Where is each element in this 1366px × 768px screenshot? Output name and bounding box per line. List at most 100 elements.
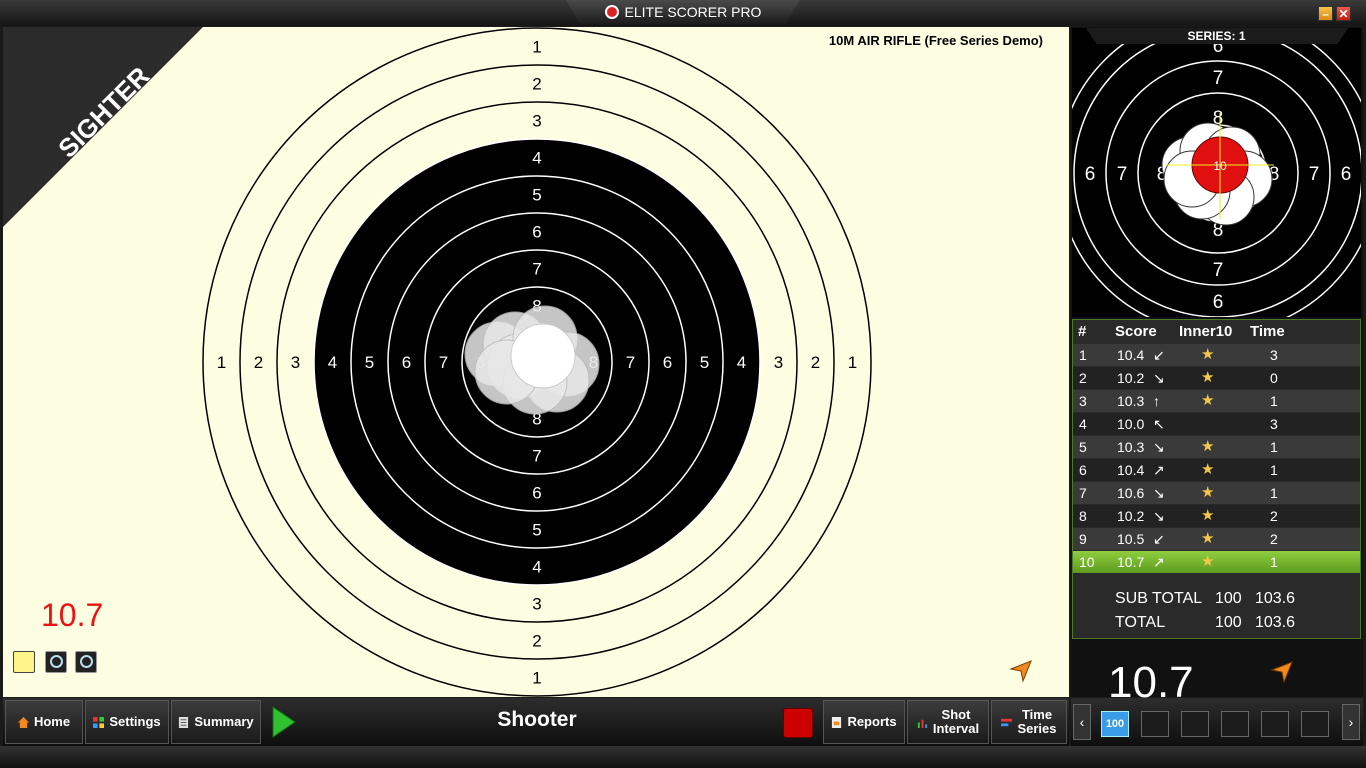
series-box[interactable]: 100: [1101, 711, 1129, 737]
total-dec: 103.6: [1255, 614, 1296, 631]
table-row[interactable]: 4 10.0 ↖ 3: [1073, 413, 1360, 435]
row-direction-icon: ↑: [1153, 393, 1160, 409]
inner10-star-icon: ★: [1201, 392, 1215, 409]
ring-number: 6: [663, 353, 672, 372]
row-score: 10.3: [1117, 439, 1145, 455]
mini-ring-number: 6: [1085, 164, 1096, 185]
row-score: 10.2: [1117, 508, 1145, 524]
shooter-name[interactable]: Shooter: [443, 708, 631, 732]
inner10-star-icon: ★: [1201, 484, 1215, 501]
mini-ring-number: 7: [1309, 164, 1320, 185]
settings-button[interactable]: Settings: [85, 700, 169, 744]
row-num: 1: [1079, 347, 1087, 363]
row-score: 10.5: [1117, 531, 1145, 547]
mini-ring-number: 5: [1213, 316, 1224, 317]
row-time: 1: [1270, 462, 1278, 478]
close-button[interactable]: ✕: [1336, 6, 1351, 21]
row-score: 10.6: [1117, 485, 1145, 501]
title-bar: ELITE SCORER PRO – ✕: [0, 0, 1366, 26]
summary-button[interactable]: Summary: [171, 700, 261, 744]
note-button[interactable]: [13, 651, 35, 673]
sub-total-label: SUB TOTAL: [1115, 590, 1203, 607]
row-score: 10.2: [1117, 370, 1145, 386]
table-row[interactable]: 10 10.7 ↗ ★ 1: [1073, 551, 1360, 573]
ring-number: 5: [700, 353, 709, 372]
time-series-button[interactable]: Time Series: [991, 700, 1067, 744]
total-label: TOTAL: [1115, 614, 1166, 631]
table-row[interactable]: 2 10.2 ↘ ★ 0: [1073, 367, 1360, 389]
reports-button[interactable]: Reports: [823, 700, 905, 744]
row-time: 3: [1270, 347, 1278, 363]
row-direction-icon: ↗: [1153, 462, 1165, 478]
row-score: 10.7: [1117, 554, 1145, 570]
home-label: Home: [33, 714, 71, 729]
play-button[interactable]: [267, 704, 299, 740]
row-time: 3: [1270, 416, 1278, 432]
settings-icon: [93, 716, 105, 728]
home-icon: [17, 716, 29, 728]
inner10-star-icon: ★: [1201, 438, 1215, 455]
shot-interval-button[interactable]: Shot Interval: [907, 700, 989, 744]
mini-center-label: 10: [1213, 159, 1227, 173]
zoom-out-button[interactable]: [75, 651, 97, 673]
summary-icon: [179, 716, 189, 728]
score-table: # Score Inner10 Time 1 10.4 ↙ ★ 3 2 10.2 ↘ ★ 0 3 10…: [1072, 319, 1361, 639]
series-prev-button[interactable]: ‹: [1073, 704, 1091, 740]
ring-number: 3: [291, 353, 300, 372]
table-row[interactable]: 3 10.3 ↑ ★ 1: [1073, 390, 1360, 412]
table-row[interactable]: 1 10.4 ↙ ★ 3: [1073, 344, 1360, 366]
ring-number: 1: [532, 669, 541, 688]
row-direction-icon: ↗: [1153, 554, 1165, 570]
totals-box: SUB TOTAL 100 103.6 TOTAL 100 103.6: [1073, 578, 1360, 638]
match-title: 10M AIR RIFLE (Free Series Demo): [828, 33, 1043, 48]
table-row[interactable]: 6 10.4 ↗ ★ 1: [1073, 459, 1360, 481]
ring-number: 4: [328, 353, 337, 372]
mini-ring-number: 6: [1341, 164, 1352, 185]
row-num: 6: [1079, 462, 1087, 478]
row-direction-icon: ↖: [1153, 416, 1165, 432]
main-target-area[interactable]: 11112222333344445555666677778888 010 SIG…: [3, 27, 1069, 697]
last-shot-score: 10.7: [41, 597, 104, 633]
series-box[interactable]: [1261, 711, 1289, 737]
total-int: 100: [1215, 614, 1242, 631]
mini-target[interactable]: SERIES: 1 55566667777888810: [1072, 28, 1361, 317]
home-button[interactable]: Home: [5, 700, 83, 744]
mini-ring-number: 7: [1213, 68, 1224, 89]
magnifier-icon: [50, 655, 63, 668]
ring-number: 6: [402, 353, 411, 372]
row-num: 5: [1079, 439, 1087, 455]
inner10-star-icon: ★: [1201, 346, 1215, 363]
row-time: 1: [1270, 554, 1278, 570]
ring-number: 3: [532, 112, 541, 131]
series-box[interactable]: [1181, 711, 1209, 737]
row-score: 10.3: [1117, 393, 1145, 409]
ring-number: 4: [532, 558, 541, 577]
row-direction-icon: ↘: [1153, 508, 1165, 524]
row-direction-icon: ↘: [1153, 485, 1165, 501]
table-row[interactable]: 8 10.2 ↘ ★ 2: [1073, 505, 1360, 527]
series-box[interactable]: [1301, 711, 1329, 737]
row-num: 2: [1079, 370, 1087, 386]
mini-ring-number: 7: [1117, 164, 1128, 185]
series-box[interactable]: [1141, 711, 1169, 737]
main-target-svg: 11112222333344445555666677778888: [202, 27, 872, 697]
header-score: Score: [1115, 323, 1157, 340]
series-box[interactable]: [1221, 711, 1249, 737]
row-time: 1: [1270, 439, 1278, 455]
app-target-icon: [604, 5, 619, 19]
row-direction-icon: ↙: [1153, 531, 1165, 547]
row-score: 10.0: [1117, 416, 1145, 432]
ring-number: 2: [532, 632, 541, 651]
row-direction-icon: ↘: [1153, 370, 1165, 386]
ring-number: 2: [811, 353, 820, 372]
zoom-in-button[interactable]: [45, 651, 67, 673]
row-num: 7: [1079, 485, 1087, 501]
stop-button[interactable]: [783, 708, 813, 738]
series-next-button[interactable]: ›: [1342, 704, 1360, 740]
ring-number: 1: [532, 38, 541, 57]
table-row[interactable]: 7 10.6 ↘ ★ 1: [1073, 482, 1360, 504]
minimize-button[interactable]: –: [1318, 6, 1333, 21]
window-title: ELITE SCORER PRO: [624, 4, 762, 20]
table-row[interactable]: 9 10.5 ↙ ★ 2: [1073, 528, 1360, 550]
table-row[interactable]: 5 10.3 ↘ ★ 1: [1073, 436, 1360, 458]
